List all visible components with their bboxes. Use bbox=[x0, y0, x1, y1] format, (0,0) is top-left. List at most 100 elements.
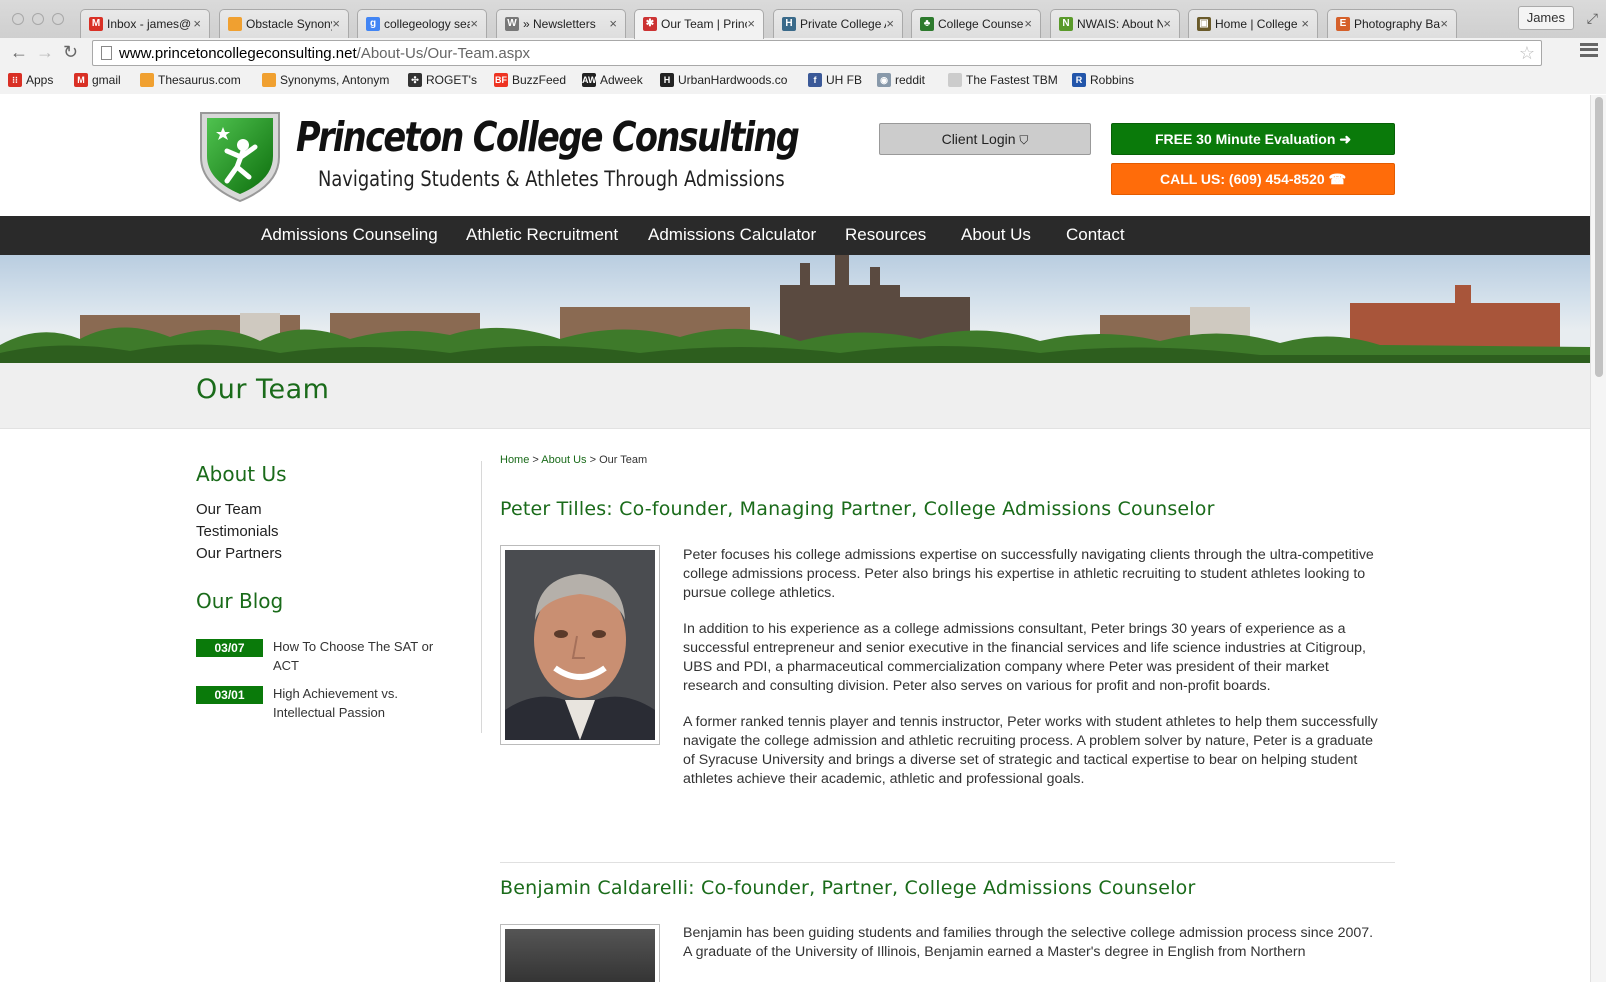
robbins-icon: R bbox=[1072, 73, 1086, 87]
breadcrumb: Home > About Us > Our Team bbox=[500, 454, 647, 466]
tab-title: Our Team | Princ bbox=[661, 17, 747, 31]
bookmark-star-icon[interactable]: ☆ bbox=[1519, 43, 1535, 64]
reload-icon[interactable]: ↻ bbox=[63, 42, 78, 62]
close-tab-icon[interactable]: × bbox=[1163, 16, 1171, 31]
sidebar-blog-heading: Our Blog bbox=[196, 589, 284, 613]
breadcrumb-home-link[interactable]: Home bbox=[500, 454, 529, 466]
profile-button[interactable]: James bbox=[1517, 6, 1574, 30]
breadcrumb-current: Our Team bbox=[599, 454, 648, 466]
bookmark-item[interactable]: ⁝⁝ Apps bbox=[8, 73, 53, 87]
facebook-icon: f bbox=[808, 73, 822, 87]
bookmark-label: Synonyms, Antonym bbox=[280, 73, 390, 87]
section-divider bbox=[500, 862, 1395, 863]
browser-tab[interactable]: M Inbox - james@ × bbox=[80, 9, 210, 38]
nav-athletic-recruitment[interactable]: Athletic Recruitment bbox=[466, 225, 618, 245]
bookmark-item[interactable]: The Fastest TBM bbox=[948, 73, 1058, 87]
bio-paragraph: A former ranked tennis player and tennis… bbox=[683, 714, 1378, 787]
bookmark-label: Robbins bbox=[1090, 73, 1135, 87]
team-member-photo bbox=[500, 545, 660, 745]
address-bar[interactable]: www.princetoncollegeconsulting.net/About… bbox=[92, 40, 1542, 66]
browser-tab[interactable]: Obstacle Synony × bbox=[219, 9, 349, 38]
browser-tab[interactable]: H Private College A × bbox=[773, 9, 903, 38]
shield-icon: ⛉ bbox=[1019, 133, 1029, 147]
call-us-button[interactable]: CALL US: (609) 454-8520 ☎ bbox=[1111, 163, 1395, 195]
nav-contact[interactable]: Contact bbox=[1066, 225, 1125, 245]
sidebar-about-heading: About Us bbox=[196, 462, 287, 486]
nav-admissions-calculator[interactable]: Admissions Calculator bbox=[648, 225, 816, 245]
browser-tab[interactable]: ♣ College Counsel × bbox=[911, 9, 1041, 38]
nav-resources[interactable]: Resources bbox=[845, 225, 926, 245]
scrollbar-thumb[interactable] bbox=[1595, 97, 1603, 377]
thesaurus-icon bbox=[262, 73, 276, 87]
free-evaluation-label: FREE 30 Minute Evaluation bbox=[1154, 131, 1336, 147]
n-icon: N bbox=[1059, 17, 1073, 31]
browser-tab[interactable]: ▣ Home | College × bbox=[1188, 9, 1318, 38]
back-arrow-icon[interactable]: ← bbox=[10, 42, 28, 62]
portrait-image bbox=[505, 550, 655, 740]
bookmark-item[interactable]: AW Adweek bbox=[582, 73, 643, 87]
minimize-window-icon[interactable] bbox=[32, 13, 44, 25]
logo-tagline: Navigating Students & Athletes Through A… bbox=[318, 167, 785, 191]
browser-tab[interactable]: N NWAIS: About N × bbox=[1050, 9, 1180, 38]
bookmark-label: gmail bbox=[92, 73, 121, 87]
bookmark-item[interactable]: Synonyms, Antonym bbox=[262, 73, 389, 87]
close-tab-icon[interactable]: × bbox=[1301, 16, 1309, 31]
bookmark-item[interactable]: BF BuzzFeed bbox=[494, 73, 566, 87]
sidebar-link-our-partners[interactable]: Our Partners bbox=[196, 545, 282, 562]
bookmark-item[interactable]: f UH FB bbox=[808, 73, 862, 87]
bookmark-item[interactable]: ✣ ROGET's bbox=[408, 73, 477, 87]
tab-title: » Newsletters bbox=[523, 17, 596, 31]
free-evaluation-button[interactable]: FREE 30 Minute Evaluation ➜ bbox=[1111, 123, 1395, 155]
thesaurus-icon bbox=[140, 73, 154, 87]
zoom-window-icon[interactable] bbox=[52, 13, 64, 25]
bookmark-item[interactable]: Mgmail bbox=[74, 73, 121, 87]
close-tab-icon[interactable]: × bbox=[1024, 16, 1032, 31]
nav-admissions-counseling[interactable]: Admissions Counseling bbox=[261, 225, 438, 245]
browser-tab[interactable]: g collegeology sea × bbox=[357, 9, 487, 38]
bookmark-label: UrbanHardwoods.co bbox=[678, 73, 788, 87]
bookmark-item[interactable]: R Robbins bbox=[1072, 73, 1134, 87]
team-member-photo bbox=[500, 924, 660, 982]
close-tab-icon[interactable]: × bbox=[747, 16, 755, 31]
blog-post-link[interactable]: High Achievement vs. Intellectual Passio… bbox=[273, 684, 453, 722]
roget-icon: ✣ bbox=[408, 73, 422, 87]
gmail-icon: M bbox=[74, 73, 88, 87]
blog-post-link[interactable]: How To Choose The SAT or ACT bbox=[273, 637, 453, 675]
google-icon: g bbox=[366, 17, 380, 31]
bookmark-item[interactable]: Thesaurus.com bbox=[140, 73, 241, 87]
nav-about-us[interactable]: About Us bbox=[961, 225, 1031, 245]
reddit-icon: ◉ bbox=[877, 73, 891, 87]
bookmark-item[interactable]: H UrbanHardwoods.co bbox=[660, 73, 787, 87]
bookmark-item[interactable]: ◉ reddit bbox=[877, 73, 925, 87]
sidebar-link-our-team[interactable]: Our Team bbox=[196, 501, 262, 518]
logo-title[interactable]: Princeton College Consulting bbox=[296, 113, 800, 161]
browser-tab[interactable]: E Photography Bac × bbox=[1327, 9, 1457, 38]
close-tab-icon[interactable]: × bbox=[886, 16, 894, 31]
bookmark-label: ROGET's bbox=[426, 73, 477, 87]
leaf-icon: ♣ bbox=[920, 17, 934, 31]
close-tab-icon[interactable]: × bbox=[332, 16, 340, 31]
tab-title: collegeology sea bbox=[384, 17, 470, 31]
close-tab-icon[interactable]: × bbox=[1440, 16, 1448, 31]
hamburger-menu-icon[interactable] bbox=[1580, 43, 1598, 57]
shield-logo-icon[interactable] bbox=[197, 107, 283, 203]
close-tab-icon[interactable]: × bbox=[470, 16, 478, 31]
close-tab-icon[interactable]: × bbox=[609, 16, 617, 31]
page-scrollbar[interactable] bbox=[1590, 95, 1606, 982]
bookmarks-bar: ⁝⁝ Apps Mgmail Thesaurus.com Synonyms, Anton… bbox=[0, 68, 1606, 94]
sidebar-link-testimonials[interactable]: Testimonials bbox=[196, 523, 279, 540]
breadcrumb-about-link[interactable]: About Us bbox=[541, 454, 586, 466]
close-window-icon[interactable] bbox=[12, 13, 24, 25]
blog-date-badge: 03/07 bbox=[196, 639, 263, 657]
browser-tab[interactable]: ✱ Our Team | Princ × bbox=[634, 9, 764, 39]
forward-arrow-icon[interactable]: → bbox=[36, 42, 54, 62]
client-login-button[interactable]: Client Login ⛉ bbox=[879, 123, 1091, 155]
bookmark-label: Adweek bbox=[600, 73, 643, 87]
close-tab-icon[interactable]: × bbox=[193, 16, 201, 31]
team-member-name: Benjamin Caldarelli: Co-founder, Partner… bbox=[500, 877, 1196, 899]
browser-toolbar: ← → ↻ www.princetoncollegeconsulting.net… bbox=[0, 38, 1606, 68]
browser-tab[interactable]: W » Newsletters × bbox=[496, 9, 626, 38]
bookmark-label: UH FB bbox=[826, 73, 862, 87]
campus-banner-image bbox=[0, 255, 1590, 363]
fullscreen-icon[interactable]: ⤢ bbox=[1587, 10, 1598, 27]
